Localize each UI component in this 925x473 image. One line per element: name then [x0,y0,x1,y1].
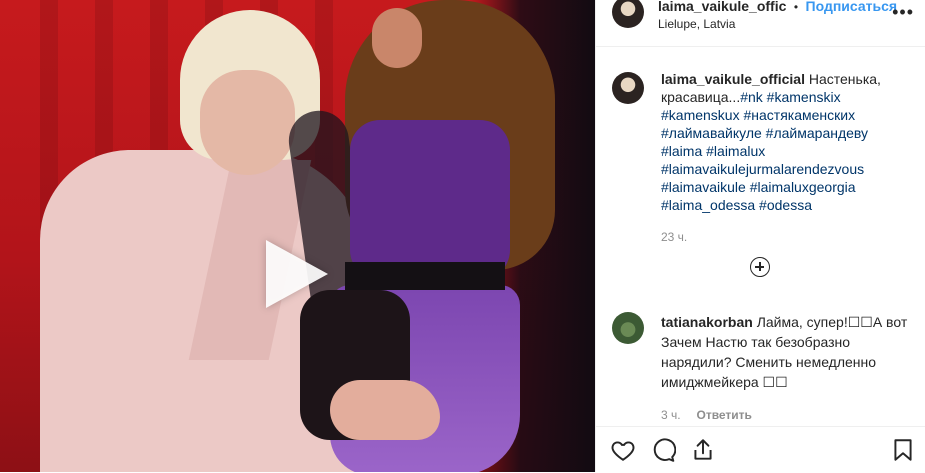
bookmark-icon[interactable] [890,437,916,463]
location-link[interactable]: Lielupe, Latvia [658,17,735,31]
commenter-username[interactable]: tatianakorban [661,314,753,330]
heart-icon[interactable] [610,437,636,463]
more-options-icon[interactable]: ••• [892,2,914,23]
play-icon[interactable] [266,240,328,308]
post-caption: laima_vaikule_official Настенька, красав… [661,70,911,246]
comment-item: tatianakorban Лайма, супер!☐☐А вот Зачем… [661,312,911,425]
person-right-dress [350,120,510,280]
person-right-face [372,8,422,68]
caption-username[interactable]: laima_vaikule_official [661,71,805,87]
separator-dot: • [793,0,799,14]
author-username[interactable]: laima_vaikule_offic [658,0,786,14]
caption-avatar[interactable] [612,72,644,104]
caption-hashtags[interactable]: #nk #kamenskix #kamenskux #настякаменски… [661,89,868,213]
comment-icon[interactable] [650,437,676,463]
commenter-avatar[interactable] [612,312,644,344]
post-header: laima_vaikule_offic • Подписаться Lielup… [596,0,925,47]
caption-timestamp[interactable]: 23 ч. [661,228,911,246]
post-sidebar: laima_vaikule_offic • Подписаться Lielup… [595,0,925,472]
comment-timestamp: 3 ч. [661,408,681,422]
share-icon[interactable] [690,437,716,463]
author-avatar[interactable] [612,0,644,28]
plus-circle-icon[interactable] [750,257,770,277]
reply-button[interactable]: Ответить [696,408,751,422]
follow-button[interactable]: Подписаться [806,0,898,14]
video-player[interactable] [0,0,595,472]
person-left-face [200,70,295,175]
action-bar [596,426,925,473]
